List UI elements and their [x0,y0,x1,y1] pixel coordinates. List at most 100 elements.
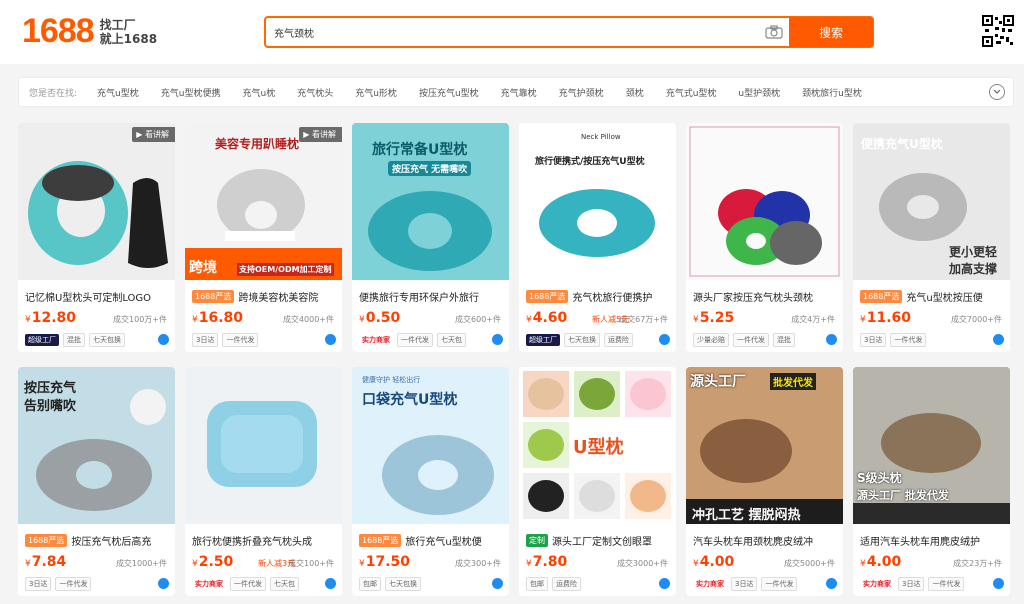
power-merchant-badge: 实力商家 [863,580,891,588]
search-box: 搜索 [264,16,874,48]
related-keyword[interactable]: 充气靠枕 [501,86,537,99]
product-title[interactable]: 适用汽车头枕车用麂皮绒护 [860,533,1006,548]
product-card[interactable]: 旅行枕便携折叠充气枕头成 ¥2.50 新人减3元 成交100+件 实力商家 一件… [185,367,342,596]
product-title[interactable]: 1688严选 按压充气枕后高充 [25,533,171,548]
info-icon[interactable] [826,334,837,345]
product-image[interactable]: 源头工厂 批发代发 冲孔工艺 摆脱闷热 [686,367,843,524]
service-badge: 一件代发 [222,333,259,347]
related-keyword[interactable]: 充气u型枕 [97,86,139,99]
product-image[interactable]: 按压充气 告别嘴吹 [18,367,175,524]
video-badge[interactable]: ▶ 看讲解 [299,127,342,142]
product-title[interactable]: 定制 源头工厂定制文创眼罩 [526,533,672,548]
search-input[interactable] [266,18,759,46]
related-keyword[interactable]: 充气u枕 [242,86,275,99]
related-keyword[interactable]: 充气u形枕 [355,86,397,99]
service-badge: 七天包换 [564,333,600,347]
related-searches-label: 您是否在找: [29,88,78,99]
info-icon[interactable] [325,578,336,589]
product-card[interactable]: 健康守护 轻松出行 口袋充气U型枕 1688严选 旅行充气u型枕便 ¥17.50 … [352,367,509,596]
logo-slogan-line1: 找工厂 [99,17,136,32]
product-image[interactable]: S级头枕 源头工厂 批发代发 [853,367,1010,524]
info-icon[interactable] [826,578,837,589]
overlay-heading: 健康守护 轻松出行 [362,376,421,384]
related-keyword[interactable]: 颈枕 [626,86,644,99]
qr-code-icon[interactable] [982,15,1014,47]
service-badges: 实力商家 一件代发 七天包 [192,577,303,591]
info-icon[interactable] [492,334,503,345]
product-title[interactable]: 汽车头枕车用颈枕麂皮绒冲 [693,533,839,548]
product-price: ¥0.50 [359,310,401,326]
product-card[interactable]: S级头枕 源头工厂 批发代发 适用汽车头枕车用麂皮绒护 ¥4.00 成交23万+… [853,367,1010,596]
info-icon[interactable] [993,578,1004,589]
overlay-title: U型枕 [573,437,624,458]
info-icon[interactable] [158,578,169,589]
related-keyword[interactable]: 充气式u型枕 [666,86,717,99]
product-image[interactable]: ▶ 看讲解 [18,123,175,280]
custom-tag: 定制 [526,534,548,547]
product-card[interactable]: 美容专用趴睡枕 跨境 支持OEM/ODM加工定制 ▶ 看讲解 1688严选 跨境美… [185,123,342,352]
product-title[interactable]: 记忆棉U型枕头可定制LOGO [25,289,171,304]
product-image[interactable] [185,367,342,524]
product-price: ¥7.84 [25,554,67,570]
camera-icon[interactable] [759,18,789,46]
overlay-subtitle: 更小更轻 [949,245,998,259]
sales-count: 成交3000+件 [616,559,668,568]
service-badge: 七天包 [437,333,466,347]
info-icon[interactable] [158,334,169,345]
product-card[interactable]: 源头厂家按压充气枕头颈枕 ¥5.25 成交4万+件 少量必赔 一件代发 混批 [686,123,843,352]
product-card[interactable]: U型枕 定制 源头工厂定制文创眼罩 ¥7.80 成交3000+件 包邮 运费险 [519,367,676,596]
product-image[interactable]: Neck Pillow 旅行便携式/按压充气U型枕 [519,123,676,280]
product-image[interactable]: 旅行常备U型枕 按压充气 无需嘴吹 [352,123,509,280]
service-badges: 包邮 运费险 [526,577,585,591]
product-image[interactable]: 健康守护 轻松出行 口袋充气U型枕 [352,367,509,524]
service-badges: 少量必赔 一件代发 混批 [693,333,799,347]
product-price: ¥2.50 [192,554,234,570]
info-icon[interactable] [659,334,670,345]
service-badge: 包邮 [359,577,381,591]
product-card[interactable]: ▶ 看讲解 记忆棉U型枕头可定制LOGO ¥12.80 成交100万+件 超级工… [18,123,175,352]
product-image[interactable]: 美容专用趴睡枕 跨境 支持OEM/ODM加工定制 ▶ 看讲解 [185,123,342,280]
strict-selection-tag: 1688严选 [192,290,235,303]
product-title[interactable]: 源头厂家按压充气枕头颈枕 [693,289,839,304]
overlay-title: 旅行便携式/按压充气U型枕 [535,157,645,167]
overlay-label: 支持OEM/ODM加工定制 [237,263,334,276]
product-title[interactable]: 1688严选 充气枕旅行便携护 [526,289,672,304]
search-button[interactable]: 搜索 [789,17,873,47]
info-icon[interactable] [492,578,503,589]
related-keyword[interactable]: 颈枕旅行u型枕 [802,86,862,99]
video-badge[interactable]: ▶ 看讲解 [132,127,175,142]
related-keyword[interactable]: 按压充气u型枕 [419,86,479,99]
info-icon[interactable] [993,334,1004,345]
related-keyword[interactable]: 充气护颈枕 [559,86,604,99]
product-image[interactable]: 便携充气U型枕 更小更轻 加高支撑 [853,123,1010,280]
product-title[interactable]: 1688严选 充气u型枕按压便 [860,289,1006,304]
service-badges: 实力商家 3日达 一件代发 [860,577,968,591]
product-image[interactable] [686,123,843,280]
info-icon[interactable] [325,334,336,345]
product-card[interactable]: 按压充气 告别嘴吹 1688严选 按压充气枕后高充 ¥7.84 成交1000+件 … [18,367,175,596]
super-factory-badge: 超级工厂 [25,334,59,346]
related-keyword[interactable]: u型护颈枕 [738,86,780,99]
product-title[interactable]: 旅行枕便携折叠充气枕头成 [192,533,338,548]
product-title[interactable]: 1688严选 跨境美容枕美容院 [192,289,338,304]
product-card[interactable]: 源头工厂 批发代发 冲孔工艺 摆脱闷热 汽车头枕车用颈枕麂皮绒冲 ¥4.00 成… [686,367,843,596]
product-price: ¥11.60 [860,310,912,326]
service-badges: 实力商家 一件代发 七天包 [359,333,470,347]
product-title[interactable]: 1688严选 旅行充气u型枕便 [359,533,505,548]
overlay-title: 按压充气 [24,381,77,396]
product-card[interactable]: 便携充气U型枕 更小更轻 加高支撑 1688严选 充气u型枕按压便 ¥11.60 … [853,123,1010,352]
related-keyword[interactable]: 充气枕头 [297,86,333,99]
chevron-down-icon[interactable] [989,84,1005,100]
product-card[interactable]: Neck Pillow 旅行便携式/按压充气U型枕 1688严选 充气枕旅行便携护… [519,123,676,352]
service-badge: 一件代发 [761,577,798,591]
top-header: 1688 找工厂 就上1688 搜索 [0,0,1024,64]
service-badges: 3日达 一件代发 [860,333,930,347]
related-searches-bar: 您是否在找: 充气u型枕 充气u型枕便携 充气u枕 充气枕头 充气u形枕 按压充… [18,77,1014,107]
info-icon[interactable] [659,578,670,589]
product-card[interactable]: 旅行常备U型枕 按压充气 无需嘴吹 便携旅行专用环保户外旅行 ¥0.50 成交6… [352,123,509,352]
product-title[interactable]: 便携旅行专用环保户外旅行 [359,289,505,304]
site-logo[interactable]: 1688 找工厂 就上1688 [22,12,157,51]
related-keyword[interactable]: 充气u型枕便携 [161,86,221,99]
overlay-label: 跨境 [189,260,217,276]
product-image[interactable]: U型枕 [519,367,676,524]
